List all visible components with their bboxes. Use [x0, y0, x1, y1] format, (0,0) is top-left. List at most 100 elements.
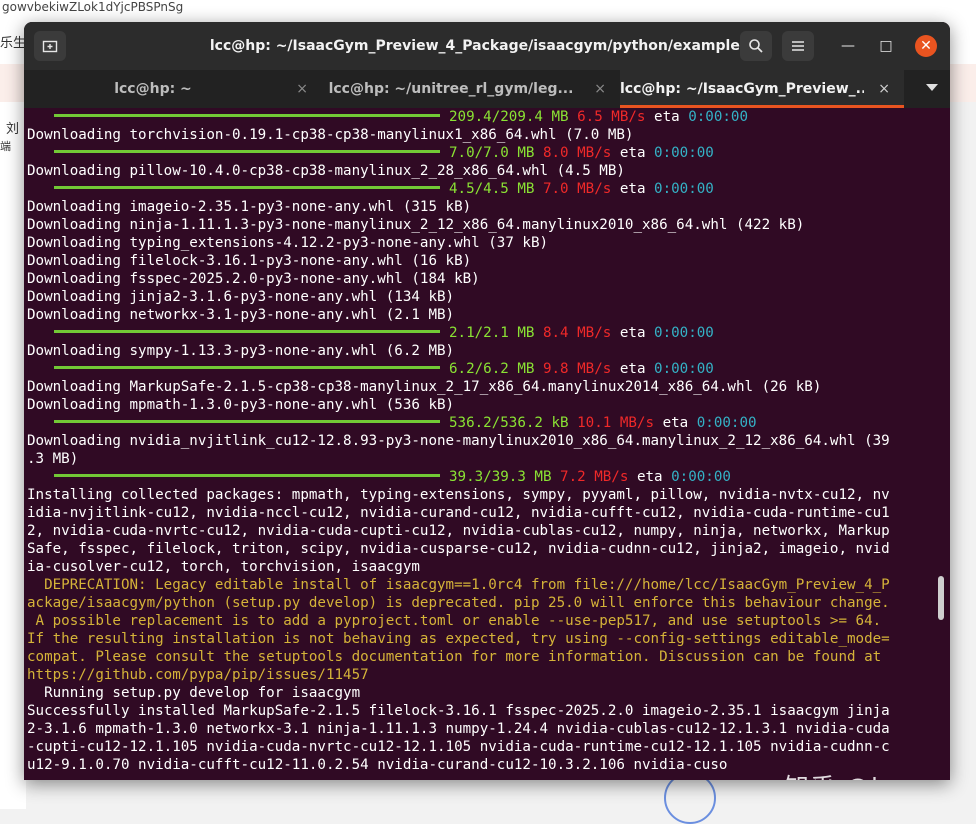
progress-line: 7.0/7.0 MB 8.0 MB/s eta 0:00:00	[27, 144, 937, 162]
browser-url-fragment: gowvbekiwZLok1dYjcPBSPnSg	[0, 0, 976, 18]
search-button[interactable]	[740, 31, 772, 61]
progress-line: 209.4/209.4 MB 6.5 MB/s eta 0:00:00	[27, 108, 937, 126]
line-text: DEPRECATION: Legacy editable install of …	[27, 577, 890, 593]
minimize-icon: —	[841, 38, 855, 54]
line-text: Running setup.py develop for isaacgym	[27, 685, 361, 701]
minimize-button[interactable]: —	[838, 36, 858, 56]
maximize-icon: □	[879, 38, 893, 54]
eta-label: eta	[636, 469, 663, 485]
menu-button[interactable]	[782, 31, 814, 61]
search-icon	[749, 39, 763, 53]
output-line: Downloading typing_extensions-4.12.2-py3…	[27, 234, 937, 252]
output-line: ia-cusolver-cu12, torch, torchvision, is…	[27, 558, 937, 576]
maximize-button[interactable]: □	[876, 36, 896, 56]
background-text-fragment: 刘	[6, 122, 20, 137]
line-text: 2-3.1.6 mpmath-1.3.0 networkx-3.1 ninja-…	[27, 721, 890, 737]
eta-value: 0:00:00	[654, 361, 714, 377]
tab-list-dropdown-icon[interactable]	[926, 84, 938, 91]
download-size: 209.4/209.4 MB	[449, 109, 569, 125]
line-text: compat. Please consult the setuptools do…	[27, 649, 882, 665]
output-line: Downloading ninja-1.11.1.3-py3-none-many…	[27, 216, 937, 234]
eta-value: 0:00:00	[654, 325, 714, 341]
background-text-fragment: 端	[0, 140, 11, 153]
eta-value: 0:00:00	[654, 145, 714, 161]
window-title: lcc@hp: ~/IsaacGym_Preview_4_Package/isa…	[209, 38, 749, 54]
deprecation-line: https://github.com/pypa/pip/issues/11457	[27, 666, 937, 684]
download-size: 7.0/7.0 MB	[449, 145, 535, 161]
progress-bar	[54, 473, 440, 477]
line-text: Downloading networkx-3.1-py3-none-any.wh…	[27, 307, 455, 323]
terminal-scrollbar[interactable]	[938, 576, 944, 620]
eta-label: eta	[619, 181, 646, 197]
download-size: 4.5/4.5 MB	[449, 181, 535, 197]
deprecation-line: ackage/isaacgym/python (setup.py develop…	[27, 594, 937, 612]
line-text: idia-nvjitlink-cu12, nvidia-nccl-cu12, n…	[27, 505, 890, 521]
download-size: 6.2/6.2 MB	[449, 361, 535, 377]
eta-label: eta	[662, 415, 689, 431]
output-line: Downloading torchvision-0.19.1-cp38-cp38…	[27, 126, 937, 144]
eta-value: 0:00:00	[671, 469, 731, 485]
progress-bar	[54, 149, 440, 153]
line-text: Downloading nvidia_nvjitlink_cu12-12.8.9…	[27, 433, 890, 449]
download-size: 2.1/2.1 MB	[449, 325, 535, 341]
download-speed: 9.8 MB/s	[542, 361, 612, 377]
line-text: Safe, fsspec, filelock, triton, scipy, n…	[27, 541, 890, 557]
output-line: 2, nvidia-cuda-nvrtc-cu12, nvidia-cuda-c…	[27, 522, 937, 540]
output-line: Downloading mpmath-1.3.0-py3-none-any.wh…	[27, 396, 937, 414]
eta-value: 0:00:00	[654, 181, 714, 197]
eta-label: eta	[619, 145, 646, 161]
title-bar: lcc@hp: ~/IsaacGym_Preview_4_Package/isa…	[24, 22, 950, 70]
deprecation-line: DEPRECATION: Legacy editable install of …	[27, 576, 937, 594]
output-line: .3 MB)	[27, 450, 937, 468]
tab-home[interactable]: lcc@hp: ~ ×	[24, 70, 322, 108]
eta-value: 0:00:00	[688, 109, 748, 125]
download-speed: 7.2 MB/s	[560, 469, 629, 485]
output-line: Downloading jinja2-3.1.6-py3-none-any.wh…	[27, 288, 937, 306]
line-text: If the resulting installation is not beh…	[27, 631, 890, 647]
terminal-window: lcc@hp: ~/IsaacGym_Preview_4_Package/isa…	[24, 22, 950, 780]
line-text: ackage/isaacgym/python (setup.py develop…	[27, 595, 890, 611]
eta-label: eta	[619, 361, 646, 377]
progress-bar	[54, 419, 440, 423]
progress-line: 536.2/536.2 kB 10.1 MB/s eta 0:00:00	[27, 414, 937, 432]
download-speed: 6.5 MB/s	[577, 109, 646, 125]
tab-bar: lcc@hp: ~ × lcc@hp: ~/unitree_rl_gym/leg…	[24, 70, 950, 108]
tab-unitree[interactable]: lcc@hp: ~/unitree_rl_gym/leg... ×	[322, 70, 620, 108]
output-line: Running setup.py develop for isaacgym	[27, 684, 937, 702]
deprecation-line: If the resulting installation is not beh…	[27, 630, 937, 648]
line-text: Downloading sympy-1.13.3-py3-none-any.wh…	[27, 343, 455, 359]
progress-bar	[54, 185, 440, 189]
new-tab-button[interactable]	[34, 31, 66, 61]
line-text: Downloading fsspec-2025.2.0-py3-none-any…	[27, 271, 480, 287]
line-text: Downloading jinja2-3.1.6-py3-none-any.wh…	[27, 289, 455, 305]
tab-isaacgym-active[interactable]: lcc@hp: ~/IsaacGym_Preview_... ×	[620, 70, 904, 108]
line-text: Downloading MarkupSafe-2.1.5-cp38-cp38-m…	[27, 379, 822, 395]
background-text-fragment: 乐生	[0, 36, 27, 51]
tab-close-icon[interactable]: ×	[594, 70, 606, 108]
output-line: Downloading sympy-1.13.3-py3-none-any.wh…	[27, 342, 937, 360]
download-speed: 8.4 MB/s	[542, 325, 612, 341]
progress-bar	[54, 365, 440, 369]
close-icon: ✕	[920, 38, 932, 54]
terminal-output[interactable]: 209.4/209.4 MB 6.5 MB/s eta 0:00:00 Downl…	[27, 108, 937, 780]
background-sidebar: 刘 端	[0, 102, 26, 809]
tab-close-icon[interactable]: ×	[296, 70, 308, 108]
tab-label: lcc@hp: ~	[114, 81, 192, 97]
line-text: Installing collected packages: mpmath, t…	[27, 487, 890, 503]
line-text: Downloading imageio-2.35.1-py3-none-any.…	[27, 199, 472, 215]
tab-label: lcc@hp: ~/IsaacGym_Preview_...	[620, 81, 864, 97]
output-line: Safe, fsspec, filelock, triton, scipy, n…	[27, 540, 937, 558]
line-text: Downloading ninja-1.11.1.3-py3-none-many…	[27, 217, 805, 233]
line-text: Downloading typing_extensions-4.12.2-py3…	[27, 235, 549, 251]
line-text: .3 MB)	[27, 451, 79, 467]
line-text: ia-cusolver-cu12, torch, torchvision, is…	[27, 559, 420, 575]
output-line: Successfully installed MarkupSafe-2.1.5 …	[27, 702, 937, 720]
output-line: Downloading fsspec-2025.2.0-py3-none-any…	[27, 270, 937, 288]
watermark: 知乎 @lcccccc	[784, 768, 950, 780]
download-speed: 10.1 MB/s	[577, 415, 655, 431]
tab-close-icon[interactable]: ×	[878, 70, 890, 108]
line-text: -cupti-cu12-12.1.105 nvidia-cuda-nvrtc-c…	[27, 739, 890, 755]
close-window-button[interactable]: ✕	[915, 35, 937, 57]
output-line: idia-nvjitlink-cu12, nvidia-nccl-cu12, n…	[27, 504, 937, 522]
line-text: 2, nvidia-cuda-nvrtc-cu12, nvidia-cuda-c…	[27, 523, 890, 539]
